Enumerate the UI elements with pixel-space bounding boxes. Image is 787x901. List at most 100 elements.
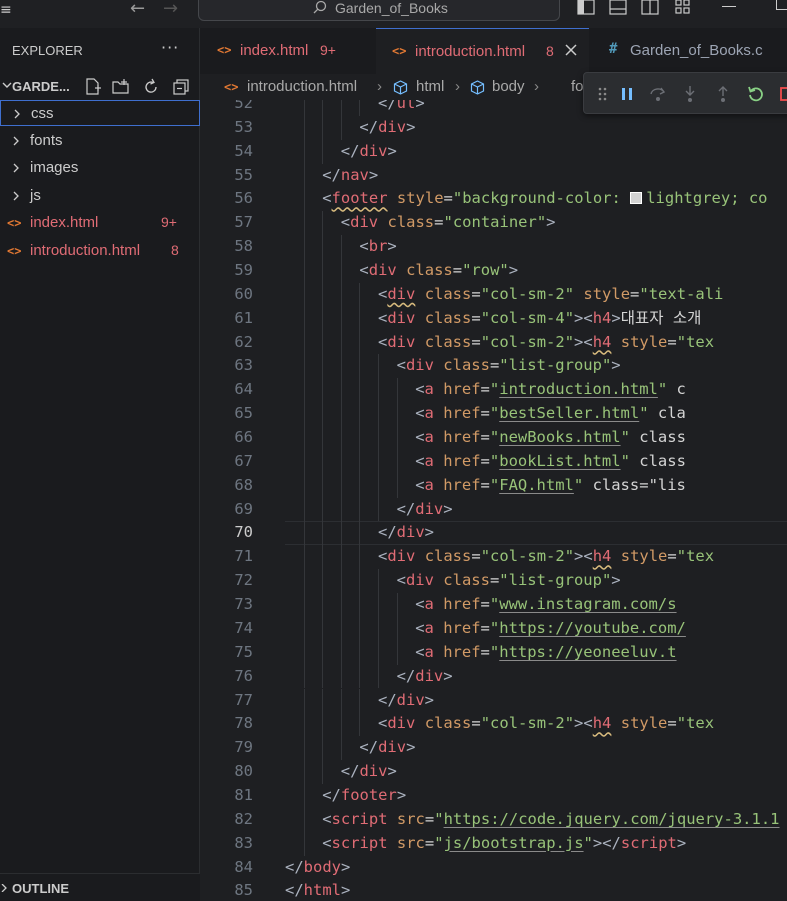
line-number: 65 [234, 404, 253, 423]
back-arrow-icon[interactable]: ← [130, 0, 145, 18]
indent-guide [322, 497, 324, 522]
restore-icon[interactable] [776, 0, 787, 10]
breadcrumb-item-body[interactable]: body [492, 78, 525, 95]
code-line[interactable]: 78 <div class="col-sm-2"><h4 style="tex [200, 712, 787, 737]
html-file-icon: <> [7, 216, 22, 230]
code-token: " [489, 642, 500, 661]
indent-guide [322, 736, 324, 761]
code-line[interactable]: 60 <div class="col-sm-2" style="text-ali [200, 282, 787, 307]
code-line[interactable]: 53 </div> [200, 115, 787, 140]
line-number: 70 [234, 523, 253, 542]
tree-folder-js[interactable]: js [0, 183, 200, 209]
code-line[interactable]: 70 </div> [200, 521, 787, 546]
code-line[interactable]: 61 <div class="col-sm-4"><h4>대표자 소개 [200, 306, 787, 331]
code-line[interactable]: 57 <div class="container"> [200, 211, 787, 236]
code-line[interactable]: 77 </div> [200, 688, 787, 713]
new-file-icon[interactable] [84, 78, 102, 96]
code-line[interactable]: 83 <script src="js/bootstrap.js"></script… [200, 831, 787, 856]
tree-folder-images[interactable]: images [0, 155, 200, 181]
command-center-search[interactable]: Garden_of_Books [198, 0, 560, 21]
step-into-icon[interactable] [681, 85, 699, 103]
code-line[interactable]: 72 <div class="list-group"> [200, 569, 787, 594]
restart-icon[interactable] [747, 85, 765, 103]
code-line[interactable]: 62 <div class="col-sm-2"><h4 style="tex [200, 330, 787, 355]
code-text: </div> [359, 736, 415, 760]
code-line[interactable]: 82 <script src="https://code.jquery.com/j… [200, 807, 787, 832]
indent-guide [340, 736, 342, 761]
code-line[interactable]: 69 </div> [200, 497, 787, 522]
line-number: 62 [234, 332, 253, 351]
code-line[interactable]: 55 </nav> [200, 163, 787, 188]
code-line[interactable]: 67 <a href="bookList.html" class [200, 449, 787, 474]
tab-index-html[interactable]: <> index.html 9+ [200, 28, 376, 74]
line-number: 68 [234, 475, 253, 494]
code-token: < [583, 547, 593, 566]
drag-handle-icon[interactable] [594, 85, 612, 103]
tree-file-introduction-html[interactable]: <> introduction.html 8 [0, 238, 200, 264]
step-over-icon[interactable] [649, 85, 667, 103]
code-editor[interactable]: 52 </ul> 53 </div> 54 </div> 55 </nav> 56 <footer… [200, 100, 787, 901]
code-token: < [396, 356, 406, 375]
close-icon[interactable] [564, 43, 578, 57]
customize-layout-icon[interactable] [674, 0, 692, 16]
code-line[interactable]: 56 <footer style="background-color: light… [200, 187, 787, 212]
code-line[interactable]: 73 <a href="www.instagram.com/s [200, 593, 787, 617]
chevron-down-icon [2, 82, 12, 88]
toggle-secondary-sidebar-icon[interactable] [641, 0, 659, 16]
code-line[interactable]: 63 <div class="list-group"> [200, 354, 787, 379]
new-folder-icon[interactable] [112, 78, 130, 96]
code-line[interactable]: 84 </body> [200, 856, 787, 880]
forward-arrow-icon[interactable]: → [163, 0, 178, 18]
code-line[interactable]: 58 <br> [200, 235, 787, 260]
code-token: > [611, 356, 621, 375]
indent-guide [303, 736, 305, 761]
refresh-icon[interactable] [142, 78, 160, 96]
code-line[interactable]: 74 <a href="https://youtube.com/ [200, 616, 787, 641]
cube-icon [393, 80, 408, 95]
code-line[interactable]: 85 </html> [200, 879, 787, 901]
tab-label: index.html [240, 42, 309, 59]
line-number: 83 [234, 833, 253, 852]
code-line[interactable]: 76 </div> [200, 664, 787, 689]
indent-guide [359, 521, 361, 546]
indent-guide [303, 545, 305, 570]
code-line[interactable]: 81 </footer> [200, 783, 787, 808]
code-line[interactable]: 59 <div class="row"> [200, 259, 787, 283]
collapse-all-icon[interactable] [172, 78, 190, 96]
more-actions-icon[interactable]: ··· [161, 38, 179, 57]
code-line[interactable]: 65 <a href="bestSeller.html" cla [200, 402, 787, 427]
tree-folder-fonts[interactable]: fonts [0, 128, 200, 154]
tree-folder-css[interactable]: css [0, 100, 200, 126]
code-line[interactable]: 54 </div> [200, 139, 787, 164]
tree-file-index-html[interactable]: <> index.html 9+ [0, 210, 200, 236]
code-line[interactable]: 79 </div> [200, 736, 787, 761]
code-line[interactable]: 66 <a href="newBooks.html" class [200, 426, 787, 450]
toggle-primary-sidebar-icon[interactable] [577, 0, 595, 16]
code-line[interactable]: 71 <div class="col-sm-2"><h4 style="tex [200, 545, 787, 570]
code-token: cla [648, 404, 686, 423]
tab-introduction-html[interactable]: <> introduction.html 8 [376, 28, 589, 74]
tab-garden-of-books-css[interactable]: # Garden_of_Books.c [589, 28, 787, 74]
step-out-icon[interactable] [714, 85, 732, 103]
indent-guide [340, 688, 342, 713]
toggle-panel-icon[interactable] [609, 0, 627, 16]
indent-guide [340, 426, 342, 450]
pause-icon[interactable] [618, 85, 636, 103]
line-number: 71 [234, 547, 253, 566]
code-line[interactable]: 80 </div> [200, 760, 787, 784]
minimize-icon[interactable] [722, 6, 736, 7]
breadcrumb-item-footer[interactable]: fo [571, 78, 584, 95]
code-line[interactable]: 64 <a href="introduction.html" c [200, 378, 787, 403]
outline-section[interactable]: OUTLINE [0, 873, 200, 901]
code-line[interactable]: 68 <a href="FAQ.html" class="lis [200, 473, 787, 498]
color-swatch[interactable] [630, 192, 643, 205]
code-line[interactable]: 75 <a href="https://yeoneeluv.t [200, 640, 787, 665]
stop-icon[interactable] [778, 85, 787, 103]
workspace-folder-row[interactable]: GARDE... [0, 74, 200, 100]
breadcrumb-item-file[interactable]: introduction.html [247, 78, 357, 95]
code-text: <br> [359, 235, 396, 259]
menu-icon[interactable]: ≡ [0, 2, 12, 18]
breadcrumb-item-html[interactable]: html [416, 78, 444, 95]
